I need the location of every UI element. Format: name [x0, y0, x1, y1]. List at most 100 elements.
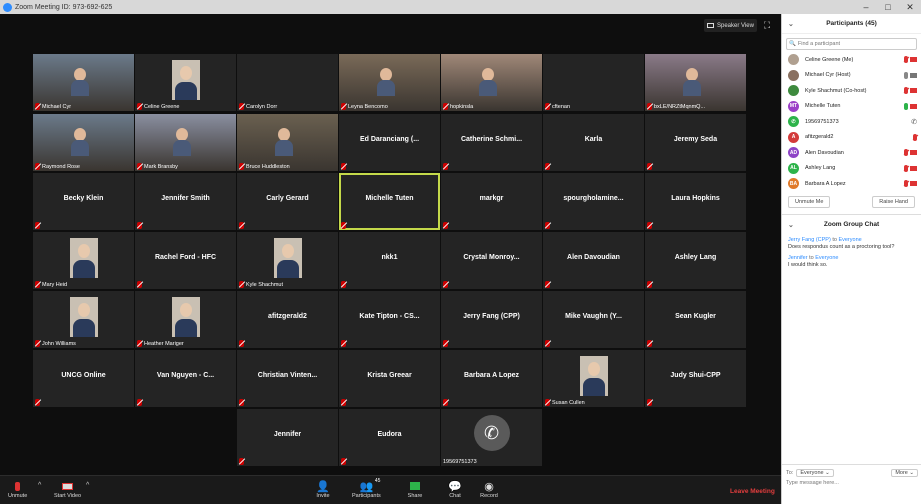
participant-tile[interactable]: Susan Cullen: [543, 350, 644, 407]
participant-tile[interactable]: Christian Vinten...: [237, 350, 338, 407]
participant-tile[interactable]: Jeremy Seda: [645, 114, 746, 171]
participant-tile[interactable]: UNCG Online: [33, 350, 134, 407]
participant-tile[interactable]: cftenan: [543, 54, 644, 111]
participant-tile[interactable]: Raymond Rose: [33, 114, 134, 171]
participant-tile[interactable]: markgr: [441, 173, 542, 230]
chat-collapse-chevron-icon[interactable]: ⌄: [788, 221, 794, 229]
participant-row[interactable]: Celine Greene (Me): [782, 52, 921, 68]
participant-row[interactable]: BA Barbara A Lopez: [782, 176, 921, 192]
fullscreen-icon[interactable]: ⛶: [762, 19, 772, 31]
audio-options-chevron-icon[interactable]: ^: [38, 482, 41, 489]
participant-tile[interactable]: Laura Hopkins: [645, 173, 746, 230]
participant-tile[interactable]: Kyle Shachmut: [237, 232, 338, 289]
muted-mic-icon: [904, 87, 908, 95]
tile-label-text: Celine Greene: [144, 103, 180, 110]
participant-tile[interactable]: Mark Bransby: [135, 114, 236, 171]
participant-tile[interactable]: Jerry Fang (CPP): [441, 291, 542, 348]
participant-tile[interactable]: Michael Cyr: [33, 54, 134, 111]
participant-tile[interactable]: Carolyn Dorr: [237, 54, 338, 111]
speaker-view-icon: [707, 23, 714, 28]
muted-mic-icon: [443, 103, 448, 110]
participant-tile[interactable]: ✆ 19569751373: [441, 409, 542, 466]
speaker-view-button[interactable]: Speaker View: [704, 19, 757, 32]
participant-name: Jeremy Seda: [673, 136, 718, 143]
participant-tile[interactable]: Ed Daranciang (...: [339, 114, 440, 171]
participant-tile[interactable]: Bruce Huddleston: [237, 114, 338, 171]
muted-mic-icon: [443, 281, 448, 288]
tile-label: Bruce Huddleston: [239, 163, 290, 170]
participant-tile[interactable]: Judy Shui-CPP: [645, 350, 746, 407]
participant-search-input[interactable]: [797, 41, 898, 47]
participant-tile[interactable]: hopkinsla: [441, 54, 542, 111]
muted-mic-icon: [137, 103, 142, 110]
record-button[interactable]: ◉ Record: [480, 479, 498, 500]
maximize-icon[interactable]: □: [877, 0, 899, 14]
participant-tile[interactable]: Jennifer: [237, 409, 338, 466]
close-icon[interactable]: ✕: [899, 0, 921, 14]
participant-tile[interactable]: Mike Vaughn (Y...: [543, 291, 644, 348]
participant-tile[interactable]: John Williams: [33, 291, 134, 348]
participant-tile[interactable]: bxLE/NRZtMqnmQ...: [645, 54, 746, 111]
tile-label: Kyle Shachmut: [239, 281, 283, 288]
participant-tile[interactable]: Ashley Lang: [645, 232, 746, 289]
participant-row[interactable]: Kyle Shachmut (Co-host): [782, 83, 921, 99]
participant-tile[interactable]: Leyna Bencomo: [339, 54, 440, 111]
participant-row[interactable]: MT Michelle Tuten: [782, 99, 921, 115]
participant-tile[interactable]: Sean Kugler: [645, 291, 746, 348]
invite-button[interactable]: 👤 Invite: [314, 479, 332, 500]
participant-tile[interactable]: Eudora: [339, 409, 440, 466]
recipient-dropdown[interactable]: Everyone ⌄: [796, 469, 834, 477]
participant-row[interactable]: ✆ 19569751373 ✆: [782, 114, 921, 130]
participant-tile[interactable]: Carly Gerard: [237, 173, 338, 230]
participant-tile[interactable]: Crystal Monroy...: [441, 232, 542, 289]
participant-tile[interactable]: Kate Tipton - CS...: [339, 291, 440, 348]
profile-photo: [69, 238, 98, 278]
participant-tile[interactable]: Catherine Schmi...: [441, 114, 542, 171]
more-button[interactable]: More ⌄: [891, 469, 918, 477]
participant-row[interactable]: Aafitzgerald2: [782, 130, 921, 146]
raise-hand-button[interactable]: Raise Hand: [872, 195, 915, 208]
participant-row[interactable]: Michael Cyr (Host): [782, 68, 921, 84]
person-silhouette: [71, 68, 89, 96]
chat-title: Zoom Group Chat: [823, 221, 880, 228]
share-label: Share: [407, 493, 423, 499]
participant-tile[interactable]: Heather Mariger: [135, 291, 236, 348]
participant-tile[interactable]: Rachel Ford - HFC: [135, 232, 236, 289]
participant-tile[interactable]: Van Nguyen - C...: [135, 350, 236, 407]
person-silhouette: [377, 68, 395, 96]
leave-meeting-button[interactable]: Leave Meeting: [730, 488, 775, 495]
video-options-chevron-icon[interactable]: ^: [86, 482, 89, 489]
unmute-button[interactable]: Unmute: [8, 479, 27, 499]
participant-tile[interactable]: Mary Heid: [33, 232, 134, 289]
participant-row[interactable]: AL Ashley Lang: [782, 161, 921, 177]
participant-tile[interactable]: afitzgerald2: [237, 291, 338, 348]
participant-tile[interactable]: Barbara A Lopez: [441, 350, 542, 407]
participant-tile[interactable]: spourgholamine...: [543, 173, 644, 230]
participant-tile[interactable]: nkk1: [339, 232, 440, 289]
unmute-me-button[interactable]: Unmute Me: [788, 195, 831, 208]
chat-button[interactable]: 💬 Chat: [446, 479, 464, 500]
participant-tile[interactable]: Krista Greear: [339, 350, 440, 407]
tile-label-text: Kyle Shachmut: [246, 281, 283, 288]
participants-label: Participants: [352, 493, 381, 499]
participant-tile[interactable]: Alen Davoudian: [543, 232, 644, 289]
tile-label-text: hopkinsla: [450, 103, 474, 110]
participant-row[interactable]: AD Alen Davoudian: [782, 145, 921, 161]
share-button[interactable]: Share: [406, 479, 424, 499]
participant-name: Barbara A Lopez: [463, 372, 520, 379]
participant-tile[interactable]: Becky Klein: [33, 173, 134, 230]
participant-tile[interactable]: Jennifer Smith: [135, 173, 236, 230]
chat-message-input[interactable]: [786, 480, 916, 486]
participant-list-name: Celine Greene (Me): [805, 56, 854, 63]
person-silhouette: [479, 68, 497, 96]
start-video-button[interactable]: Start Video: [54, 479, 81, 499]
tile-label: [545, 281, 552, 288]
participant-name: Sean Kugler: [675, 313, 716, 320]
collapse-chevron-icon[interactable]: ⌄: [788, 20, 794, 28]
participant-tile[interactable]: Michelle Tuten: [339, 173, 440, 230]
tile-label: [35, 399, 42, 406]
participant-tile[interactable]: Karla: [543, 114, 644, 171]
participant-tile[interactable]: Celine Greene: [135, 54, 236, 111]
minimize-icon[interactable]: –: [855, 0, 877, 14]
participants-button[interactable]: 👥 45 Participants: [352, 478, 381, 499]
